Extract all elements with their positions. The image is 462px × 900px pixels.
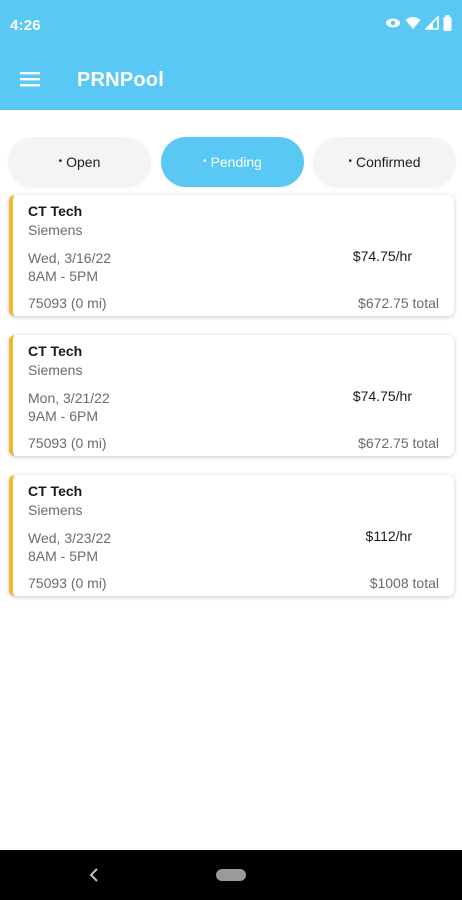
signal-icon — [425, 16, 439, 30]
menu-button[interactable] — [12, 66, 48, 96]
shift-company: Siemens — [28, 222, 83, 238]
tab-open[interactable]: • Open — [8, 137, 151, 187]
shift-card[interactable]: CT Tech Siemens Mon, 3/21/22 9AM - 6PM $… — [9, 335, 454, 456]
tab-open-label: Open — [66, 154, 101, 170]
shift-job-title: CT Tech — [28, 483, 83, 499]
shift-rate: $112/hr — [365, 528, 412, 544]
shift-rate: $74.75/hr — [352, 248, 412, 264]
shift-status-tabs: • Open • Pending • Confirmed — [8, 137, 456, 187]
app-title: PRNPool — [77, 69, 164, 91]
shift-total: $1008 total — [369, 575, 439, 591]
shift-company: Siemens — [28, 502, 83, 518]
shift-location: 75093 (0 mi) — [28, 295, 107, 311]
shift-company: Siemens — [28, 362, 83, 378]
eye-icon — [385, 15, 401, 31]
shift-date: Mon, 3/21/22 — [28, 390, 110, 406]
shift-date: Wed, 3/23/22 — [28, 530, 112, 546]
tab-confirmed[interactable]: • Confirmed — [313, 137, 456, 187]
shift-rate: $74.75/hr — [352, 388, 412, 404]
system-nav-bar — [0, 850, 462, 900]
home-pill-icon[interactable] — [216, 869, 246, 881]
tab-pending[interactable]: • Pending — [161, 137, 304, 187]
shift-job-title: CT Tech — [28, 343, 83, 359]
shift-hours: 8AM - 5PM — [28, 548, 99, 564]
shift-hours: 9AM - 6PM — [28, 408, 99, 424]
shift-date: Wed, 3/16/22 — [28, 250, 112, 266]
bullet-icon: • — [348, 155, 352, 167]
app-bar: PRNPool — [0, 52, 462, 110]
bullet-icon: • — [58, 155, 63, 167]
battery-icon — [443, 15, 452, 31]
shift-location: 75093 (0 mi) — [28, 435, 107, 451]
hamburger-menu-icon — [19, 70, 41, 93]
shift-total: $672.75 total — [358, 435, 439, 451]
shift-location: 75093 (0 mi) — [28, 575, 107, 591]
shift-card[interactable]: CT Tech Siemens Wed, 3/23/22 8AM - 5PM $… — [9, 475, 454, 596]
wifi-icon — [405, 15, 421, 31]
status-time: 4:26 — [10, 17, 41, 34]
shift-job-title: CT Tech — [28, 203, 83, 219]
back-icon[interactable] — [88, 866, 100, 889]
tab-pending-label: Pending — [210, 154, 262, 170]
shift-card[interactable]: CT Tech Siemens Wed, 3/16/22 8AM - 5PM $… — [9, 195, 454, 316]
shift-hours: 8AM - 5PM — [28, 268, 99, 284]
status-icons — [385, 15, 452, 31]
tab-confirmed-label: Confirmed — [355, 154, 421, 170]
status-bar: 4:26 — [0, 0, 462, 52]
bullet-icon: • — [203, 155, 207, 167]
shift-total: $672.75 total — [358, 295, 439, 311]
